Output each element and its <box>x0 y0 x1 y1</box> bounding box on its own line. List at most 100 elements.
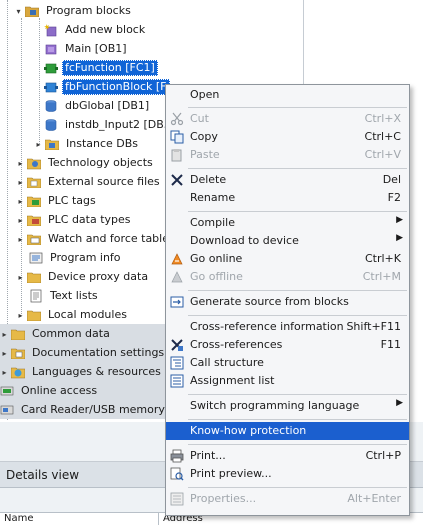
menu-item-compile[interactable]: Compile ▶ <box>166 214 409 232</box>
menu-item-paste[interactable]: Paste Ctrl+V <box>166 146 409 164</box>
tree-label: PLC data types <box>48 213 131 226</box>
menu-item-know-how-protection[interactable]: Know-how protection <box>166 422 409 440</box>
go-offline-icon <box>170 270 184 284</box>
expander-collapsed-icon[interactable]: ▸ <box>16 214 25 226</box>
menu-item-delete[interactable]: Delete Del <box>166 171 409 189</box>
card-reader-icon <box>0 403 14 417</box>
menu-shortcut: Ctrl+X <box>364 112 401 125</box>
tree-item-local-modules[interactable]: ▸ Local modules <box>16 306 130 324</box>
tree-item-plc-tags[interactable]: ▸ PLC tags <box>16 192 99 210</box>
tree-item-watch-and-force-tables[interactable]: ▸ Watch and force table <box>16 230 172 248</box>
expander-collapsed-icon[interactable]: ▸ <box>0 347 9 359</box>
menu-item-print-preview[interactable]: Print preview... <box>166 465 409 483</box>
folder-icon <box>11 327 25 341</box>
go-online-icon <box>170 252 184 266</box>
expander-collapsed-icon[interactable]: ▸ <box>16 309 25 321</box>
tree-item-fcfunction-fc1[interactable]: fcFunction [FC1] <box>44 59 158 77</box>
tree-item-fbfunctionblock[interactable]: fbFunctionBlock [F <box>44 78 170 96</box>
tree-label: PLC tags <box>48 194 96 207</box>
menu-item-go-offline[interactable]: Go offline Ctrl+M <box>166 268 409 286</box>
submenu-arrow-icon: ▶ <box>396 233 403 243</box>
tree-item-add-new-block[interactable]: Add new block <box>44 21 148 39</box>
tree-label: Program info <box>50 251 121 264</box>
technology-objects-icon <box>27 156 41 170</box>
tree-item-documentation-settings[interactable]: ▸ Documentation settings <box>0 344 167 362</box>
expander-collapsed-icon[interactable]: ▸ <box>16 271 25 283</box>
menu-item-label: Paste <box>190 148 220 161</box>
tree-item-program-info[interactable]: Program info <box>29 249 124 267</box>
menu-item-assignment-list[interactable]: Assignment list <box>166 372 409 390</box>
menu-shortcut: Ctrl+K <box>364 252 401 265</box>
online-access-icon <box>0 384 14 398</box>
tree-item-instance-dbs[interactable]: ▸ Instance DBs <box>34 135 141 153</box>
menu-item-properties[interactable]: Properties... Alt+Enter <box>166 490 409 508</box>
menu-item-open[interactable]: Open <box>166 86 409 104</box>
tree-label: Documentation settings <box>32 346 165 359</box>
program-info-icon <box>29 251 43 265</box>
folder-icon <box>27 308 41 322</box>
expander-collapsed-icon[interactable]: ▸ <box>16 233 25 245</box>
expander-collapsed-icon[interactable]: ▸ <box>16 157 25 169</box>
tree-item-instdb-input2[interactable]: instdb_Input2 [DB3 <box>44 116 174 134</box>
submenu-arrow-icon: ▶ <box>396 398 403 408</box>
menu-item-generate-source[interactable]: Generate source from blocks <box>166 293 409 311</box>
menu-separator <box>188 168 407 169</box>
menu-shortcut: Shift+F11 <box>346 320 401 333</box>
tree-label: fbFunctionBlock [F <box>62 79 170 95</box>
menu-item-print[interactable]: Print... Ctrl+P <box>166 447 409 465</box>
menu-item-label: Generate source from blocks <box>190 295 349 308</box>
plc-tags-icon <box>27 194 41 208</box>
add-block-icon <box>44 23 58 37</box>
menu-item-cross-references[interactable]: Cross-references F11 <box>166 336 409 354</box>
menu-item-rename[interactable]: Rename F2 <box>166 189 409 207</box>
menu-separator <box>188 290 407 291</box>
menu-shortcut: Ctrl+M <box>362 270 401 283</box>
tree-item-program-blocks[interactable]: ▾ Program blocks <box>14 2 134 20</box>
menu-item-go-online[interactable]: Go online Ctrl+K <box>166 250 409 268</box>
column-header-name[interactable]: Name <box>0 513 34 525</box>
menu-item-download-to-device[interactable]: Download to device ▶ <box>166 232 409 250</box>
menu-item-label: Print preview... <box>190 467 272 480</box>
tree-label: instdb_Input2 [DB3 <box>65 118 171 131</box>
menu-item-label: Delete <box>190 173 227 186</box>
print-preview-icon <box>170 467 184 481</box>
tree-item-card-reader-usb[interactable]: Card Reader/USB memory <box>0 401 168 419</box>
menu-item-switch-programming-language[interactable]: Switch programming language ▶ <box>166 397 409 415</box>
menu-item-label: Rename <box>190 191 236 204</box>
cross-references-icon <box>170 338 184 352</box>
expander-collapsed-icon[interactable]: ▸ <box>0 366 9 378</box>
db-block-icon <box>44 118 58 132</box>
menu-item-cut[interactable]: Cut Ctrl+X <box>166 110 409 128</box>
tree-label: dbGlobal [DB1] <box>65 99 150 112</box>
expander-collapsed-icon[interactable]: ▸ <box>16 176 25 188</box>
tree-label: Local modules <box>48 308 127 321</box>
documentation-icon <box>11 346 25 360</box>
menu-item-cross-reference-information[interactable]: Cross-reference information Shift+F11 <box>166 318 409 336</box>
tree-label: Languages & resources <box>32 365 161 378</box>
text-lists-icon <box>29 289 43 303</box>
tree-item-main-ob1[interactable]: Main [OB1] <box>44 40 130 58</box>
tree-item-online-access[interactable]: Online access <box>0 382 100 400</box>
menu-item-copy[interactable]: Copy Ctrl+C <box>166 128 409 146</box>
tree-item-external-source-files[interactable]: ▸ External source files <box>16 173 163 191</box>
tree-item-technology-objects[interactable]: ▸ Technology objects <box>16 154 156 172</box>
scissors-icon <box>170 112 184 126</box>
tree-item-plc-data-types[interactable]: ▸ PLC data types <box>16 211 134 229</box>
expander-collapsed-icon[interactable]: ▸ <box>0 328 9 340</box>
generate-source-icon <box>170 295 184 309</box>
tree-item-device-proxy-data[interactable]: ▸ Device proxy data <box>16 268 151 286</box>
tree-item-common-data[interactable]: ▸ Common data <box>0 325 113 343</box>
expander-collapsed-icon[interactable]: ▸ <box>34 138 43 150</box>
menu-item-call-structure[interactable]: Call structure <box>166 354 409 372</box>
tree-item-languages-resources[interactable]: ▸ Languages & resources <box>0 363 164 381</box>
expander-collapsed-icon[interactable]: ▸ <box>16 195 25 207</box>
menu-shortcut: F11 <box>380 338 401 351</box>
expander-expanded-icon[interactable]: ▾ <box>14 5 23 17</box>
menu-shortcut: Ctrl+P <box>365 449 401 462</box>
tree-label: Card Reader/USB memory <box>21 403 165 416</box>
assignment-list-icon <box>170 374 184 388</box>
tree-item-dbglobal-db1[interactable]: dbGlobal [DB1] <box>44 97 152 115</box>
menu-separator <box>188 211 407 212</box>
tree-item-text-lists[interactable]: Text lists <box>29 287 101 305</box>
menu-item-label: Cross-references <box>190 338 283 351</box>
